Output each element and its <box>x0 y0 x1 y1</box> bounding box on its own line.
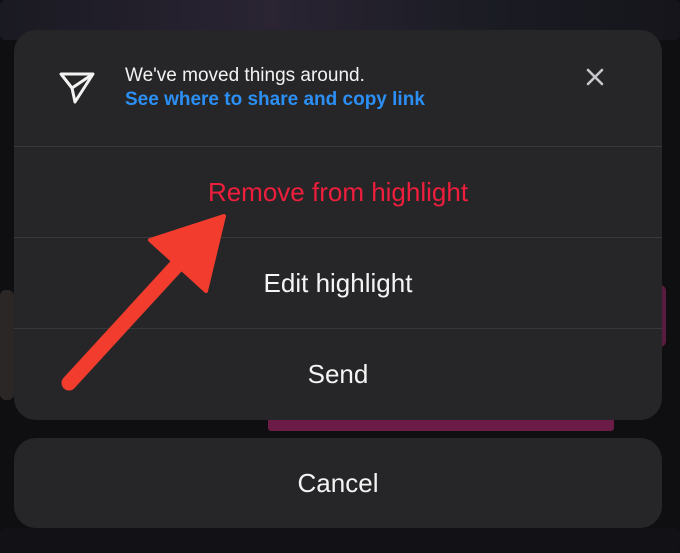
close-icon[interactable] <box>580 62 610 92</box>
background-bottom <box>0 528 680 553</box>
edit-highlight-button[interactable]: Edit highlight <box>14 238 662 328</box>
moved-notice: We've moved things around. See where to … <box>14 30 662 146</box>
send-icon <box>59 72 95 104</box>
remove-from-highlight-button[interactable]: Remove from highlight <box>14 147 662 237</box>
share-copy-link[interactable]: See where to share and copy link <box>125 88 595 112</box>
action-sheet: We've moved things around. See where to … <box>14 30 662 420</box>
notice-title: We've moved things around. <box>125 65 365 86</box>
background-left-hint <box>0 290 14 400</box>
notice-text: We've moved things around. See where to … <box>125 64 595 112</box>
cancel-button[interactable]: Cancel <box>14 438 662 528</box>
send-button[interactable]: Send <box>14 329 662 419</box>
